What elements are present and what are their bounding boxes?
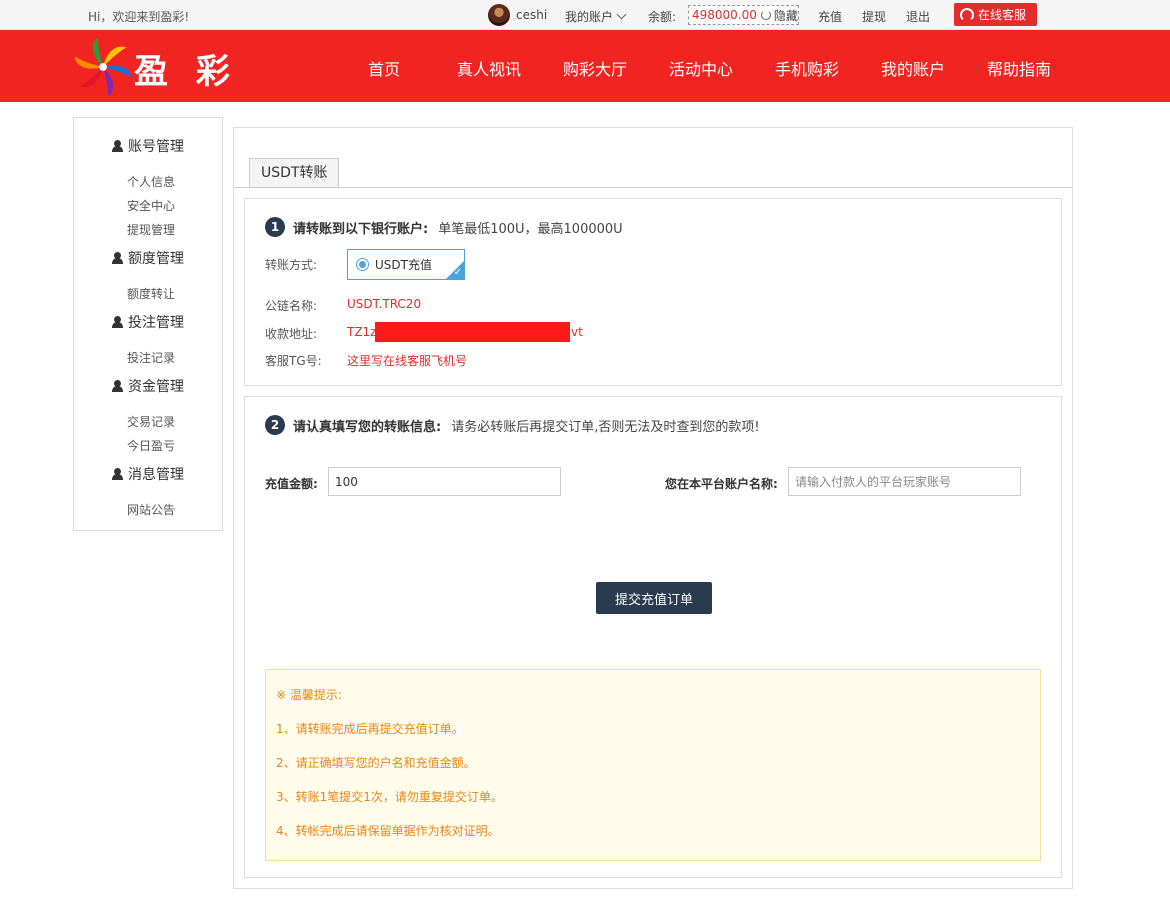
balance-box: 498000.00 隐藏 [688,5,799,25]
sidebar-item-security[interactable]: 安全中心 [127,197,175,214]
tab-usdt-transfer[interactable]: USDT转账 [249,158,340,188]
radio-selected-icon [356,258,369,271]
user-icon [112,140,123,152]
address-start[interactable]: TZ1z [347,325,376,339]
sidebar-group-quota[interactable]: 额度管理 [112,248,184,268]
method-label: 转账方式: [265,258,318,272]
method-value: USDT充值 [375,258,432,272]
my-account-label: 我的账户 [565,10,614,24]
sidebar-item-bet-records[interactable]: 投注记录 [127,349,175,366]
balance-amount: 498000.00 [692,8,757,22]
tip-item: 2、请正确填写您的户名和充值金额。 [276,756,476,770]
sidebar-group-label: 账号管理 [128,139,184,155]
amount-input[interactable] [328,467,561,496]
step1-subtitle: 单笔最低100U，最高100000U [438,221,623,237]
step1-header: 1 请转账到以下银行账户: 单笔最低100U，最高100000U [265,217,623,237]
user-avatar[interactable] [488,4,510,26]
user-icon [112,468,123,480]
sidebar-group-label: 资金管理 [128,379,184,395]
tip-item: 4、转帐完成后请保留单据作为核对证明。 [276,824,500,838]
sidebar-item-announcements[interactable]: 网站公告 [127,501,175,518]
refresh-icon[interactable] [760,10,771,20]
user-icon [112,380,123,392]
online-service-button[interactable]: 在线客服 [954,3,1037,26]
account-name-input[interactable] [788,467,1021,496]
withdraw-link[interactable]: 提现 [862,8,886,25]
chain-label: 公链名称: [265,299,318,313]
headset-icon [960,7,974,22]
amount-label: 充值金额: [265,477,318,491]
tips-box: ※ 温馨提示: 1、请转账完成后再提交充值订单。 2、请正确填写您的户名和充值金… [265,669,1041,861]
hide-balance-button[interactable]: 隐藏 [774,7,798,24]
tg-value: 这里写在线客服飞机号 [347,354,468,368]
greeting-text: Hi，欢迎来到盈彩! [88,10,190,24]
sidebar-item-withdraw-manage[interactable]: 提现管理 [127,221,175,238]
address-label: 收款地址: [265,327,318,341]
nav-home[interactable]: 首页 [368,56,400,80]
address-redaction [375,322,570,342]
chevron-down-icon [616,9,627,20]
sidebar-item-daily-pnl[interactable]: 今日盈亏 [127,437,175,454]
step2-box: 2 请认真填写您的转账信息: 请务必转账后再提交订单,否则无法及时查到您的款项!… [244,396,1062,878]
nav-help-guide[interactable]: 帮助指南 [987,56,1051,80]
chain-value: USDT.TRC20 [347,297,422,311]
sidebar-group-messages[interactable]: 消息管理 [112,464,184,484]
sidebar-group-account[interactable]: 账号管理 [112,136,184,156]
usdt-method-option[interactable]: USDT充值 ✓ [347,249,465,280]
logout-link[interactable]: 退出 [906,8,930,25]
sidebar-group-funds[interactable]: 资金管理 [112,376,184,396]
recharge-link[interactable]: 充值 [818,8,842,25]
nav-live-video[interactable]: 真人视讯 [457,56,521,80]
sidebar-group-label: 消息管理 [128,467,184,483]
step-number: 2 [265,415,285,435]
step2-title: 请认真填写您的转账信息: [293,419,442,435]
nav-lottery-hall[interactable]: 购彩大厅 [563,56,627,80]
my-account-dropdown[interactable]: 我的账户 [565,8,627,25]
step1-title: 请转账到以下银行账户: [293,221,429,237]
sidebar-item-transactions[interactable]: 交易记录 [127,413,175,430]
submit-order-button[interactable]: 提交充值订单 [596,582,712,614]
user-icon [112,316,123,328]
username[interactable]: ceshi [516,8,547,22]
user-icon [112,252,123,264]
checkmark-icon: ✓ [453,267,462,278]
tip-item: 3、转账1笔提交1次，请勿重复提交订单。 [276,790,503,804]
step2-header: 2 请认真填写您的转账信息: 请务必转账后再提交订单,否则无法及时查到您的款项! [265,415,760,435]
balance-label: 余额: [648,10,677,24]
top-bar: Hi，欢迎来到盈彩! ceshi 我的账户 余额: 498000.00 隐藏 充… [0,0,1170,30]
sidebar-group-label: 投注管理 [128,315,184,331]
nav-promotions[interactable]: 活动中心 [669,56,733,80]
tip-item: 1、请转账完成后再提交充值订单。 [276,722,464,736]
online-service-label: 在线客服 [978,8,1027,22]
sidebar-group-label: 额度管理 [128,251,184,267]
tab-divider [234,187,1072,188]
main-nav: 首页 真人视讯 购彩大厅 活动中心 手机购彩 我的账户 帮助指南 [0,30,1170,102]
tg-label: 客服TG号: [265,354,322,368]
nav-mobile-lottery[interactable]: 手机购彩 [775,56,839,80]
sidebar: 账号管理 个人信息 安全中心 提现管理 额度管理 额度转让 投注管理 投注记录 … [73,117,223,531]
account-name-label: 您在本平台账户名称: [665,477,778,491]
step1-box: 1 请转账到以下银行账户: 单笔最低100U，最高100000U 转账方式: U… [244,198,1062,386]
address-end: vt [571,325,583,339]
sidebar-group-betting[interactable]: 投注管理 [112,312,184,332]
step-number: 1 [265,217,285,237]
tips-title: ※ 温馨提示: [276,688,342,702]
step2-subtitle: 请务必转账后再提交订单,否则无法及时查到您的款项! [451,419,760,435]
nav-my-account[interactable]: 我的账户 [881,56,945,80]
main-panel: USDT转账 1 请转账到以下银行账户: 单笔最低100U，最高100000U … [233,127,1073,889]
sidebar-item-quota-transfer[interactable]: 额度转让 [127,285,175,302]
sidebar-item-profile[interactable]: 个人信息 [127,173,175,190]
